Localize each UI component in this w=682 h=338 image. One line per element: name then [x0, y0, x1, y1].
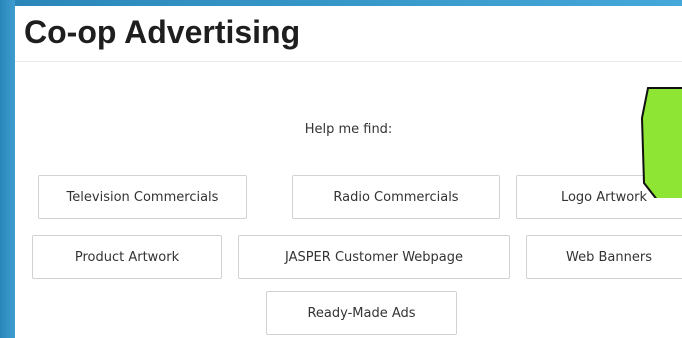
web-banners-button[interactable]: Web Banners [526, 235, 682, 279]
page-content: Co-op Advertising Help me find: Televisi… [15, 6, 682, 338]
ready-made-ads-button[interactable]: Ready-Made Ads [266, 291, 457, 335]
slide-frame-left [0, 0, 15, 338]
page-title: Co-op Advertising [24, 14, 301, 50]
title-divider [15, 61, 682, 62]
help-label: Help me find: [304, 122, 393, 137]
annotation-arrow-shape [640, 87, 682, 198]
product-artwork-button[interactable]: Product Artwork [32, 235, 222, 279]
radio-commercials-button[interactable]: Radio Commercials [292, 175, 500, 219]
annotation-arrow-icon [640, 87, 682, 198]
jasper-customer-webpage-button[interactable]: JASPER Customer Webpage [238, 235, 510, 279]
television-commercials-button[interactable]: Television Commercials [38, 175, 247, 219]
